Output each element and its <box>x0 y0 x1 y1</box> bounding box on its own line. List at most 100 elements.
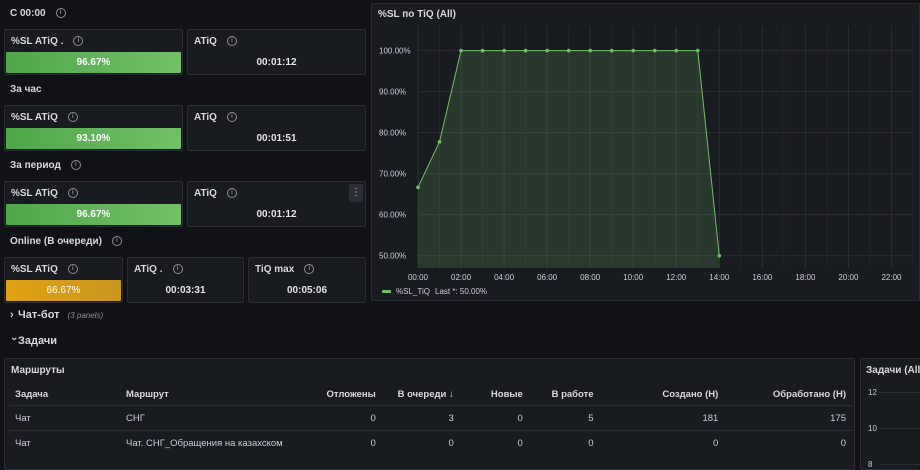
data-point <box>717 253 722 258</box>
column-header-created[interactable]: Создано (H) <box>600 383 725 406</box>
atiq-value: 00:01:51 <box>256 133 297 144</box>
column-header-task[interactable]: Задача <box>9 383 120 406</box>
data-point <box>416 185 420 190</box>
panel-title: ATiQ i <box>194 36 237 47</box>
cell-processed: 175 <box>724 405 852 431</box>
stat-panel-tiq-max-online: TiQ max i 00:05:06 <box>248 257 366 303</box>
column-header-postponed[interactable]: Отложены <box>312 383 382 406</box>
data-point <box>545 48 549 53</box>
column-header-label: В очереди <box>397 388 447 400</box>
panel-title: %SL ATiQ i <box>11 264 78 275</box>
x-tick-label: 06:00 <box>537 273 558 282</box>
routes-table: Задача Маршрут Отложены В очереди ↓ Новы… <box>9 383 852 455</box>
routes-table-panel: Маршруты Задача Маршрут Отложены В очере… <box>4 358 855 470</box>
panel-title: %SL ATiQ . i <box>11 36 84 47</box>
tasks-all-panel: Задачи (All) 12 10 8 <box>860 358 920 470</box>
stat-panel-sl-last-hour: %SL ATiQ i 93.10% <box>4 105 183 151</box>
panel-title: %SL ATiQ i <box>11 112 78 123</box>
cell-created: 181 <box>599 405 725 431</box>
section-title-since-midnight: С 00:00 i <box>10 8 66 19</box>
data-point <box>674 48 679 53</box>
y-tick-label: 100.00% <box>379 47 411 56</box>
sl-value-bar: 96.67% <box>6 52 181 73</box>
panel-title-text: ATiQ <box>194 36 217 47</box>
x-tick-label: 20:00 <box>838 273 859 282</box>
info-icon[interactable]: i <box>304 264 315 275</box>
data-point <box>652 48 657 53</box>
table-header-row: Задача Маршрут Отложены В очереди ↓ Новы… <box>9 383 852 406</box>
cell-in-queue: 0 <box>381 430 460 455</box>
x-tick-label: 16:00 <box>752 273 773 282</box>
column-header-new[interactable]: Новые <box>460 383 529 406</box>
cell-postponed: 0 <box>311 430 382 455</box>
legend-swatch <box>382 290 391 293</box>
panel-title: TiQ max i <box>255 264 315 275</box>
info-icon[interactable]: i <box>67 188 78 199</box>
cell-postponed: 0 <box>311 405 382 431</box>
y-tick-label: 60.00% <box>379 211 406 220</box>
x-tick-label: 14:00 <box>709 273 730 282</box>
info-icon[interactable]: i <box>70 160 81 171</box>
chevron-down-icon: › <box>8 337 20 341</box>
x-tick-label: 22:00 <box>881 273 902 282</box>
y-tick-label: 90.00% <box>379 88 406 97</box>
info-icon[interactable]: i <box>226 36 237 47</box>
legend-label: %SL_TiQ <box>396 287 430 296</box>
y-tick-label: 12 <box>868 388 877 397</box>
panel-title-text: ATiQ . <box>134 264 163 275</box>
sl-value-bar: 96.67% <box>6 204 181 225</box>
panel-title: %SL ATiQ i <box>11 188 78 199</box>
data-point <box>695 48 700 53</box>
table-row: Чат СНГ 0 3 0 5 181 175 <box>9 405 852 431</box>
x-tick-label: 04:00 <box>494 273 515 282</box>
stat-panel-sl-since-midnight: %SL ATiQ . i 96.67% <box>4 29 183 75</box>
info-icon[interactable]: i <box>73 36 84 47</box>
info-icon[interactable]: i <box>226 188 237 199</box>
panel-menu-button[interactable]: ⋮ <box>349 184 363 202</box>
y-tick-label: 10 <box>868 424 877 433</box>
info-icon[interactable]: i <box>172 264 183 275</box>
column-header-in-progress[interactable]: В работе <box>529 383 600 406</box>
cell-task: Чат <box>9 405 121 431</box>
info-icon[interactable]: i <box>67 112 78 123</box>
sl-chart[interactable]: 50.00% 60.00% 70.00% 80.00% 90.00% 100.00% 00:… <box>372 4 919 300</box>
y-tick-label: 80.00% <box>379 129 406 138</box>
data-point <box>566 48 571 53</box>
panel-title-text: %SL ATiQ <box>11 264 58 275</box>
column-header-route[interactable]: Маршрут <box>120 383 312 406</box>
series-area <box>418 50 720 268</box>
section-title-online: Online (В очереди) i <box>10 236 122 247</box>
grid-line <box>879 392 920 393</box>
cell-processed: 0 <box>724 430 852 455</box>
cell-new: 0 <box>459 430 529 455</box>
row-chatbot[interactable]: › Чат-бот (3 panels) <box>10 309 103 321</box>
stat-panel-sl-online: %SL ATiQ i 66.67% <box>4 257 123 303</box>
legend-last-value: Last *: 50.00% <box>435 287 487 296</box>
section-title-last-hour: За час <box>10 84 42 95</box>
panel-title-text: %SL ATiQ <box>11 112 58 123</box>
data-point <box>480 48 485 53</box>
row-title: Чат-бот <box>18 309 60 321</box>
cell-created: 0 <box>599 430 725 455</box>
data-point <box>523 48 528 53</box>
info-icon[interactable]: i <box>55 8 66 19</box>
info-icon[interactable]: i <box>226 112 237 123</box>
data-point <box>609 48 614 53</box>
grid-line <box>879 428 920 429</box>
cell-route: Чат. СНГ_Обращения на казахском <box>120 430 312 455</box>
stat-panel-atiq-online: ATiQ . i 00:03:31 <box>127 257 244 303</box>
atiq-value: 00:01:12 <box>256 209 297 220</box>
column-header-processed[interactable]: Обработано (H) <box>724 383 852 406</box>
column-header-in-queue[interactable]: В очереди ↓ <box>382 383 460 406</box>
sort-arrow-icon: ↓ <box>449 388 454 400</box>
row-tasks[interactable]: ›Задачи <box>8 335 57 347</box>
info-icon[interactable]: i <box>67 264 78 275</box>
info-icon[interactable]: i <box>111 236 122 247</box>
x-tick-label: 08:00 <box>580 273 601 282</box>
panel-title: Маршруты <box>11 365 65 376</box>
panel-title-text: %SL ATiQ . <box>11 36 64 47</box>
x-tick-label: 00:00 <box>408 273 429 282</box>
cell-new: 0 <box>459 405 529 431</box>
sl-value-bar: 93.10% <box>6 128 181 149</box>
cell-in-queue: 3 <box>381 405 460 431</box>
